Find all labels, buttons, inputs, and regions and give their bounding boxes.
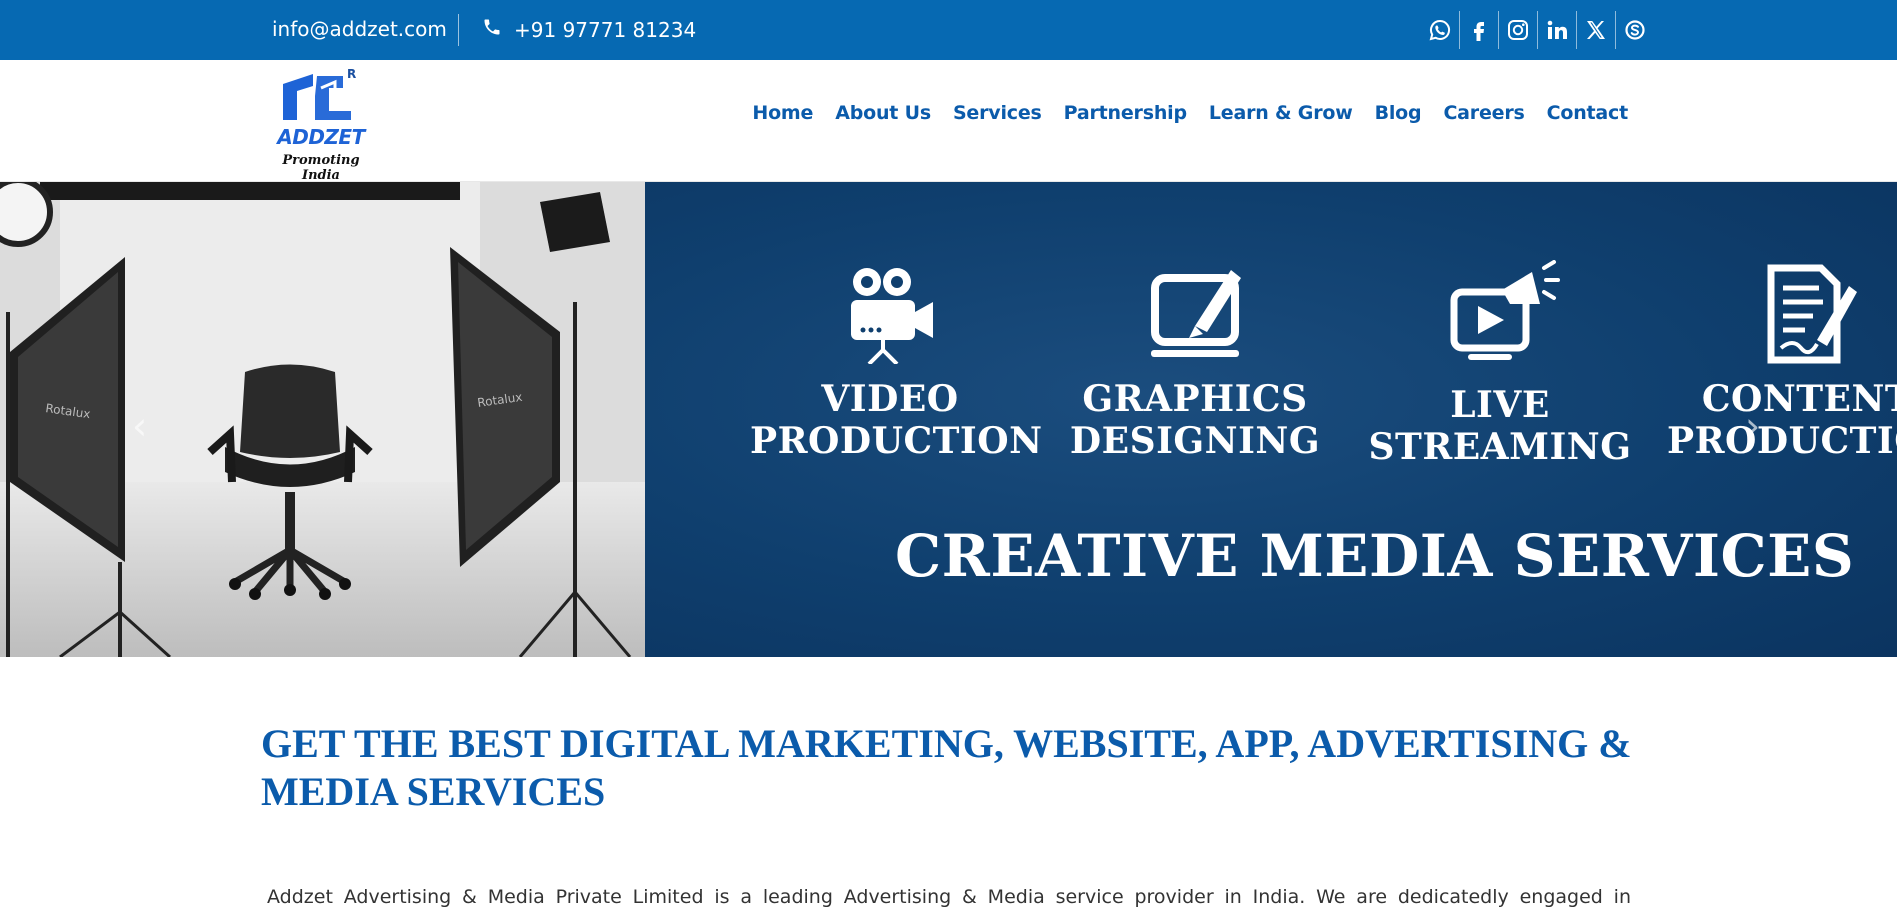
slider-next-arrow[interactable]: ›: [1745, 404, 1760, 448]
nav-home[interactable]: Home: [752, 102, 813, 124]
design-laptop-icon: [1151, 270, 1241, 357]
phone-link[interactable]: +91 97771 81234: [514, 18, 696, 42]
service-line1: VIDEO: [821, 378, 959, 420]
site-header: R ADDZET Promoting India Home About Us S…: [0, 60, 1897, 183]
facebook-icon[interactable]: [1459, 11, 1498, 49]
nav-contact[interactable]: Contact: [1547, 102, 1629, 124]
live-stream-icon: [1450, 260, 1560, 360]
phone-icon: [482, 17, 502, 42]
slider-prev-arrow[interactable]: ‹: [132, 404, 147, 448]
nav-blog[interactable]: Blog: [1375, 102, 1422, 124]
service-line2: PRODUCTION: [1667, 420, 1897, 463]
instagram-icon[interactable]: [1498, 11, 1537, 49]
studio-photo: Rotalux Rotalux: [0, 182, 645, 657]
email-link[interactable]: info@addzet.com: [272, 17, 447, 41]
nav-partnership[interactable]: Partnership: [1064, 102, 1187, 124]
service-video-production: VIDEO PRODUCTION: [750, 264, 1043, 463]
whatsapp-icon[interactable]: [1420, 11, 1459, 49]
intro-paragraph: Addzet Advertising & Media Private Limit…: [267, 886, 1631, 908]
phone-contact: +91 97771 81234: [482, 17, 696, 42]
content-document-icon: [1767, 264, 1857, 364]
logo-brand-text: ADDZET: [275, 125, 366, 149]
logo-tagline: Promoting India: [282, 153, 360, 183]
nav-learn-grow[interactable]: Learn & Grow: [1209, 102, 1353, 124]
linkedin-icon[interactable]: [1537, 11, 1576, 49]
page-title: GET THE BEST DIGITAL MARKETING, WEBSITE,…: [261, 721, 1632, 814]
nav-careers[interactable]: Careers: [1443, 102, 1524, 124]
service-live-streaming: LIVE STREAMING: [1360, 260, 1640, 469]
service-line1: LIVE: [1450, 384, 1550, 426]
top-contact-bar: info@addzet.com +91 97771 81234: [0, 0, 1897, 60]
nav-about-us[interactable]: About Us: [835, 102, 931, 124]
logo-registered-mark: R: [347, 67, 356, 81]
service-line2: PRODUCTION: [750, 420, 1043, 463]
social-links: [1420, 11, 1654, 49]
video-camera-icon: [851, 268, 933, 364]
skype-icon[interactable]: [1615, 11, 1654, 49]
hero-headline: CREATIVE MEDIA SERVICES: [895, 522, 1855, 590]
nav-services[interactable]: Services: [953, 102, 1042, 124]
main-navigation: Home About Us Services Partnership Learn…: [0, 102, 1628, 124]
service-line1: GRAPHICS: [1082, 378, 1308, 420]
service-line1: CONTENT: [1701, 378, 1897, 420]
service-content-production: CONTENT PRODUCTION: [1667, 264, 1897, 463]
service-graphics-designing: GRAPHICS DESIGNING: [1055, 264, 1335, 463]
hero-slider: Rotalux Rotalux VIDEO PRODUCTION GRAPHIC…: [0, 182, 1897, 657]
service-line2: STREAMING: [1368, 426, 1632, 469]
service-line2: DESIGNING: [1069, 420, 1321, 463]
topbar-divider: [458, 14, 459, 46]
x-twitter-icon[interactable]: [1576, 11, 1615, 49]
